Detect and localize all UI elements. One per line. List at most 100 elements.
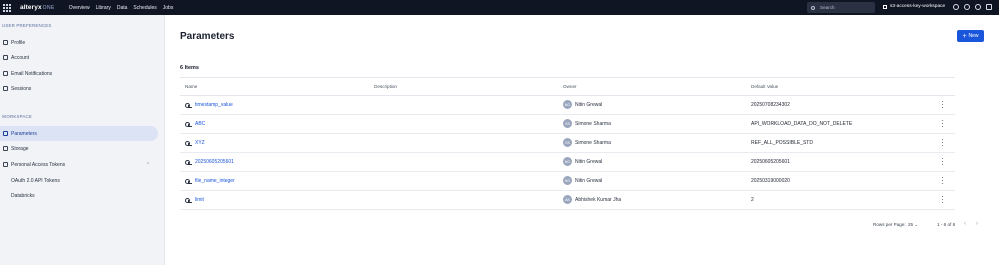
sidebar-item-label: Sessions bbox=[11, 85, 32, 92]
chat-icon[interactable] bbox=[953, 4, 959, 10]
workspace-switcher[interactable]: s3-access-key-workspace bbox=[883, 4, 945, 9]
more-options-icon[interactable] bbox=[942, 177, 944, 184]
parameter-icon bbox=[185, 121, 192, 127]
section-title-user-preferences: USER PREFERENCES bbox=[2, 23, 52, 28]
table-row[interactable]: 20250605205601 NG Nitin Grewal 2025060520… bbox=[180, 153, 955, 172]
parameter-name: ABC bbox=[195, 121, 206, 127]
search-placeholder: Search bbox=[820, 5, 835, 10]
more-options-icon[interactable] bbox=[942, 196, 944, 203]
parameter-name: timestamp_value bbox=[195, 102, 233, 108]
nav-data[interactable]: Data bbox=[117, 5, 128, 11]
sidebar-item-sessions[interactable]: Sessions bbox=[0, 81, 160, 96]
owner-cell: NG Nitin Grewal bbox=[563, 100, 602, 109]
search-icon bbox=[811, 5, 815, 10]
sidebar-item-label: Databricks bbox=[11, 192, 35, 199]
parameter-name-link[interactable]: file_name_integer bbox=[185, 178, 235, 184]
app-launcher-icon[interactable] bbox=[3, 3, 11, 12]
app-logo[interactable]: alteryxONE bbox=[20, 4, 55, 11]
sidebar-item-label: Parameters bbox=[11, 130, 37, 137]
search-input[interactable]: Search bbox=[807, 2, 875, 13]
messages-icon[interactable] bbox=[964, 4, 970, 10]
owner-cell: SS Simone Sharma bbox=[563, 119, 611, 128]
avatar: NG bbox=[563, 100, 572, 109]
parameter-name-link[interactable]: limit bbox=[185, 197, 204, 203]
owner-name: Abhishek Kumar Jha bbox=[575, 196, 622, 203]
column-header-default-value[interactable]: Default Value bbox=[751, 84, 778, 89]
owner-cell: AK Abhishek Kumar Jha bbox=[563, 195, 621, 204]
parameter-icon bbox=[185, 197, 192, 203]
column-header-owner[interactable]: Owner bbox=[563, 84, 577, 89]
table-row[interactable]: ABC SS Simone Sharma API_WORKLOAD_DATA_DO… bbox=[180, 115, 955, 134]
next-page-icon[interactable]: › bbox=[976, 221, 978, 227]
nav-jobs[interactable]: Jobs bbox=[163, 5, 174, 11]
default-value: 2 bbox=[751, 197, 754, 203]
sidebar-item-label: Personal Access Tokens bbox=[11, 161, 66, 168]
new-button[interactable]: + New bbox=[957, 30, 984, 42]
pagination-range: 1 - 6 of 6 bbox=[937, 222, 956, 227]
nav-schedules[interactable]: Schedules bbox=[133, 5, 156, 11]
sidebar-item-parameters[interactable]: Parameters bbox=[0, 126, 158, 141]
sidebar-item-label: Profile bbox=[11, 39, 26, 46]
page-title: Parameters bbox=[180, 31, 235, 42]
parameter-icon bbox=[185, 178, 192, 184]
sessions-icon bbox=[3, 86, 8, 91]
owner-cell: SS Simone Sharma bbox=[563, 138, 611, 147]
default-value: API_WORKLOAD_DATA_DO_NOT_DELETE bbox=[751, 121, 853, 127]
parameter-name-link[interactable]: 20250605205601 bbox=[185, 159, 234, 165]
parameter-name: file_name_integer bbox=[195, 178, 235, 184]
default-value: 20250319000020 bbox=[751, 178, 790, 184]
top-icons bbox=[953, 4, 997, 10]
previous-page-icon[interactable]: ‹ bbox=[964, 221, 966, 227]
sidebar-item-databricks[interactable]: Databricks bbox=[0, 188, 160, 203]
table-row[interactable]: timestamp_value NG Nitin Grewal 202507082… bbox=[180, 96, 955, 115]
user-menu-icon[interactable] bbox=[986, 4, 992, 10]
sidebar-item-profile[interactable]: Profile bbox=[0, 35, 160, 50]
main-nav: Overview Library Data Schedules Jobs bbox=[69, 5, 180, 11]
avatar: AK bbox=[563, 195, 572, 204]
column-header-name[interactable]: Name bbox=[185, 84, 197, 89]
owner-name: Simone Sharma bbox=[575, 120, 611, 127]
avatar: SS bbox=[563, 119, 572, 128]
column-header-description[interactable]: Description bbox=[374, 84, 397, 89]
nav-overview[interactable]: Overview bbox=[69, 5, 90, 11]
more-options-icon[interactable] bbox=[942, 139, 944, 146]
chevron-up-icon[interactable]: ⌃ bbox=[146, 162, 150, 168]
sidebar-item-email-notifications[interactable]: Email Notifications bbox=[0, 66, 160, 81]
sidebar-item-account[interactable]: Account bbox=[0, 50, 160, 65]
storage-icon bbox=[3, 146, 8, 151]
table-row[interactable]: file_name_integer NG Nitin Grewal 2025031… bbox=[180, 172, 955, 191]
section-title-workspace: WORKSPACE bbox=[2, 114, 33, 119]
owner-name: Simone Sharma bbox=[575, 139, 611, 146]
table-row[interactable]: XYZ SS Simone Sharma REF_ALL_POSSIBLE_STD bbox=[180, 134, 955, 153]
more-options-icon[interactable] bbox=[942, 120, 944, 127]
sidebar-item-label: OAuth 2.0 API Tokens bbox=[11, 177, 60, 184]
table-header: Name Description Owner Default Value bbox=[180, 77, 955, 96]
sidebar-item-label: Account bbox=[11, 54, 30, 61]
mail-icon bbox=[3, 71, 8, 76]
sidebar-item-oauth-tokens[interactable]: OAuth 2.0 API Tokens bbox=[0, 173, 160, 188]
parameter-icon bbox=[185, 140, 192, 146]
owner-name: Nitin Grewal bbox=[575, 177, 603, 184]
parameter-name-link[interactable]: XYZ bbox=[185, 140, 205, 146]
owner-name: Nitin Grewal bbox=[575, 158, 603, 165]
sidebar-item-storage[interactable]: Storage bbox=[0, 141, 160, 156]
parameter-name: 20250605205601 bbox=[195, 159, 234, 165]
sidebar-item-personal-access-tokens[interactable]: Personal Access Tokens ⌃ bbox=[0, 157, 160, 172]
parameter-icon bbox=[185, 159, 192, 165]
default-value: 20250708234302 bbox=[751, 102, 790, 108]
sidebar-item-label: Email Notifications bbox=[11, 70, 53, 77]
key-icon bbox=[3, 162, 8, 167]
table-row[interactable]: limit AK Abhishek Kumar Jha 2 bbox=[180, 191, 955, 210]
owner-name: Nitin Grewal bbox=[575, 101, 603, 108]
parameter-name-link[interactable]: timestamp_value bbox=[185, 102, 233, 108]
plus-icon: + bbox=[962, 32, 967, 40]
parameter-icon bbox=[185, 102, 192, 108]
parameter-name-link[interactable]: ABC bbox=[185, 121, 205, 127]
account-card-icon bbox=[3, 55, 8, 60]
more-options-icon[interactable] bbox=[942, 101, 944, 108]
more-options-icon[interactable] bbox=[942, 158, 944, 165]
rows-per-page-select[interactable]: 25 ⌄ bbox=[908, 222, 918, 228]
owner-cell: NG Nitin Grewal bbox=[563, 157, 602, 166]
nav-library[interactable]: Library bbox=[96, 5, 111, 11]
help-icon[interactable] bbox=[975, 4, 981, 10]
